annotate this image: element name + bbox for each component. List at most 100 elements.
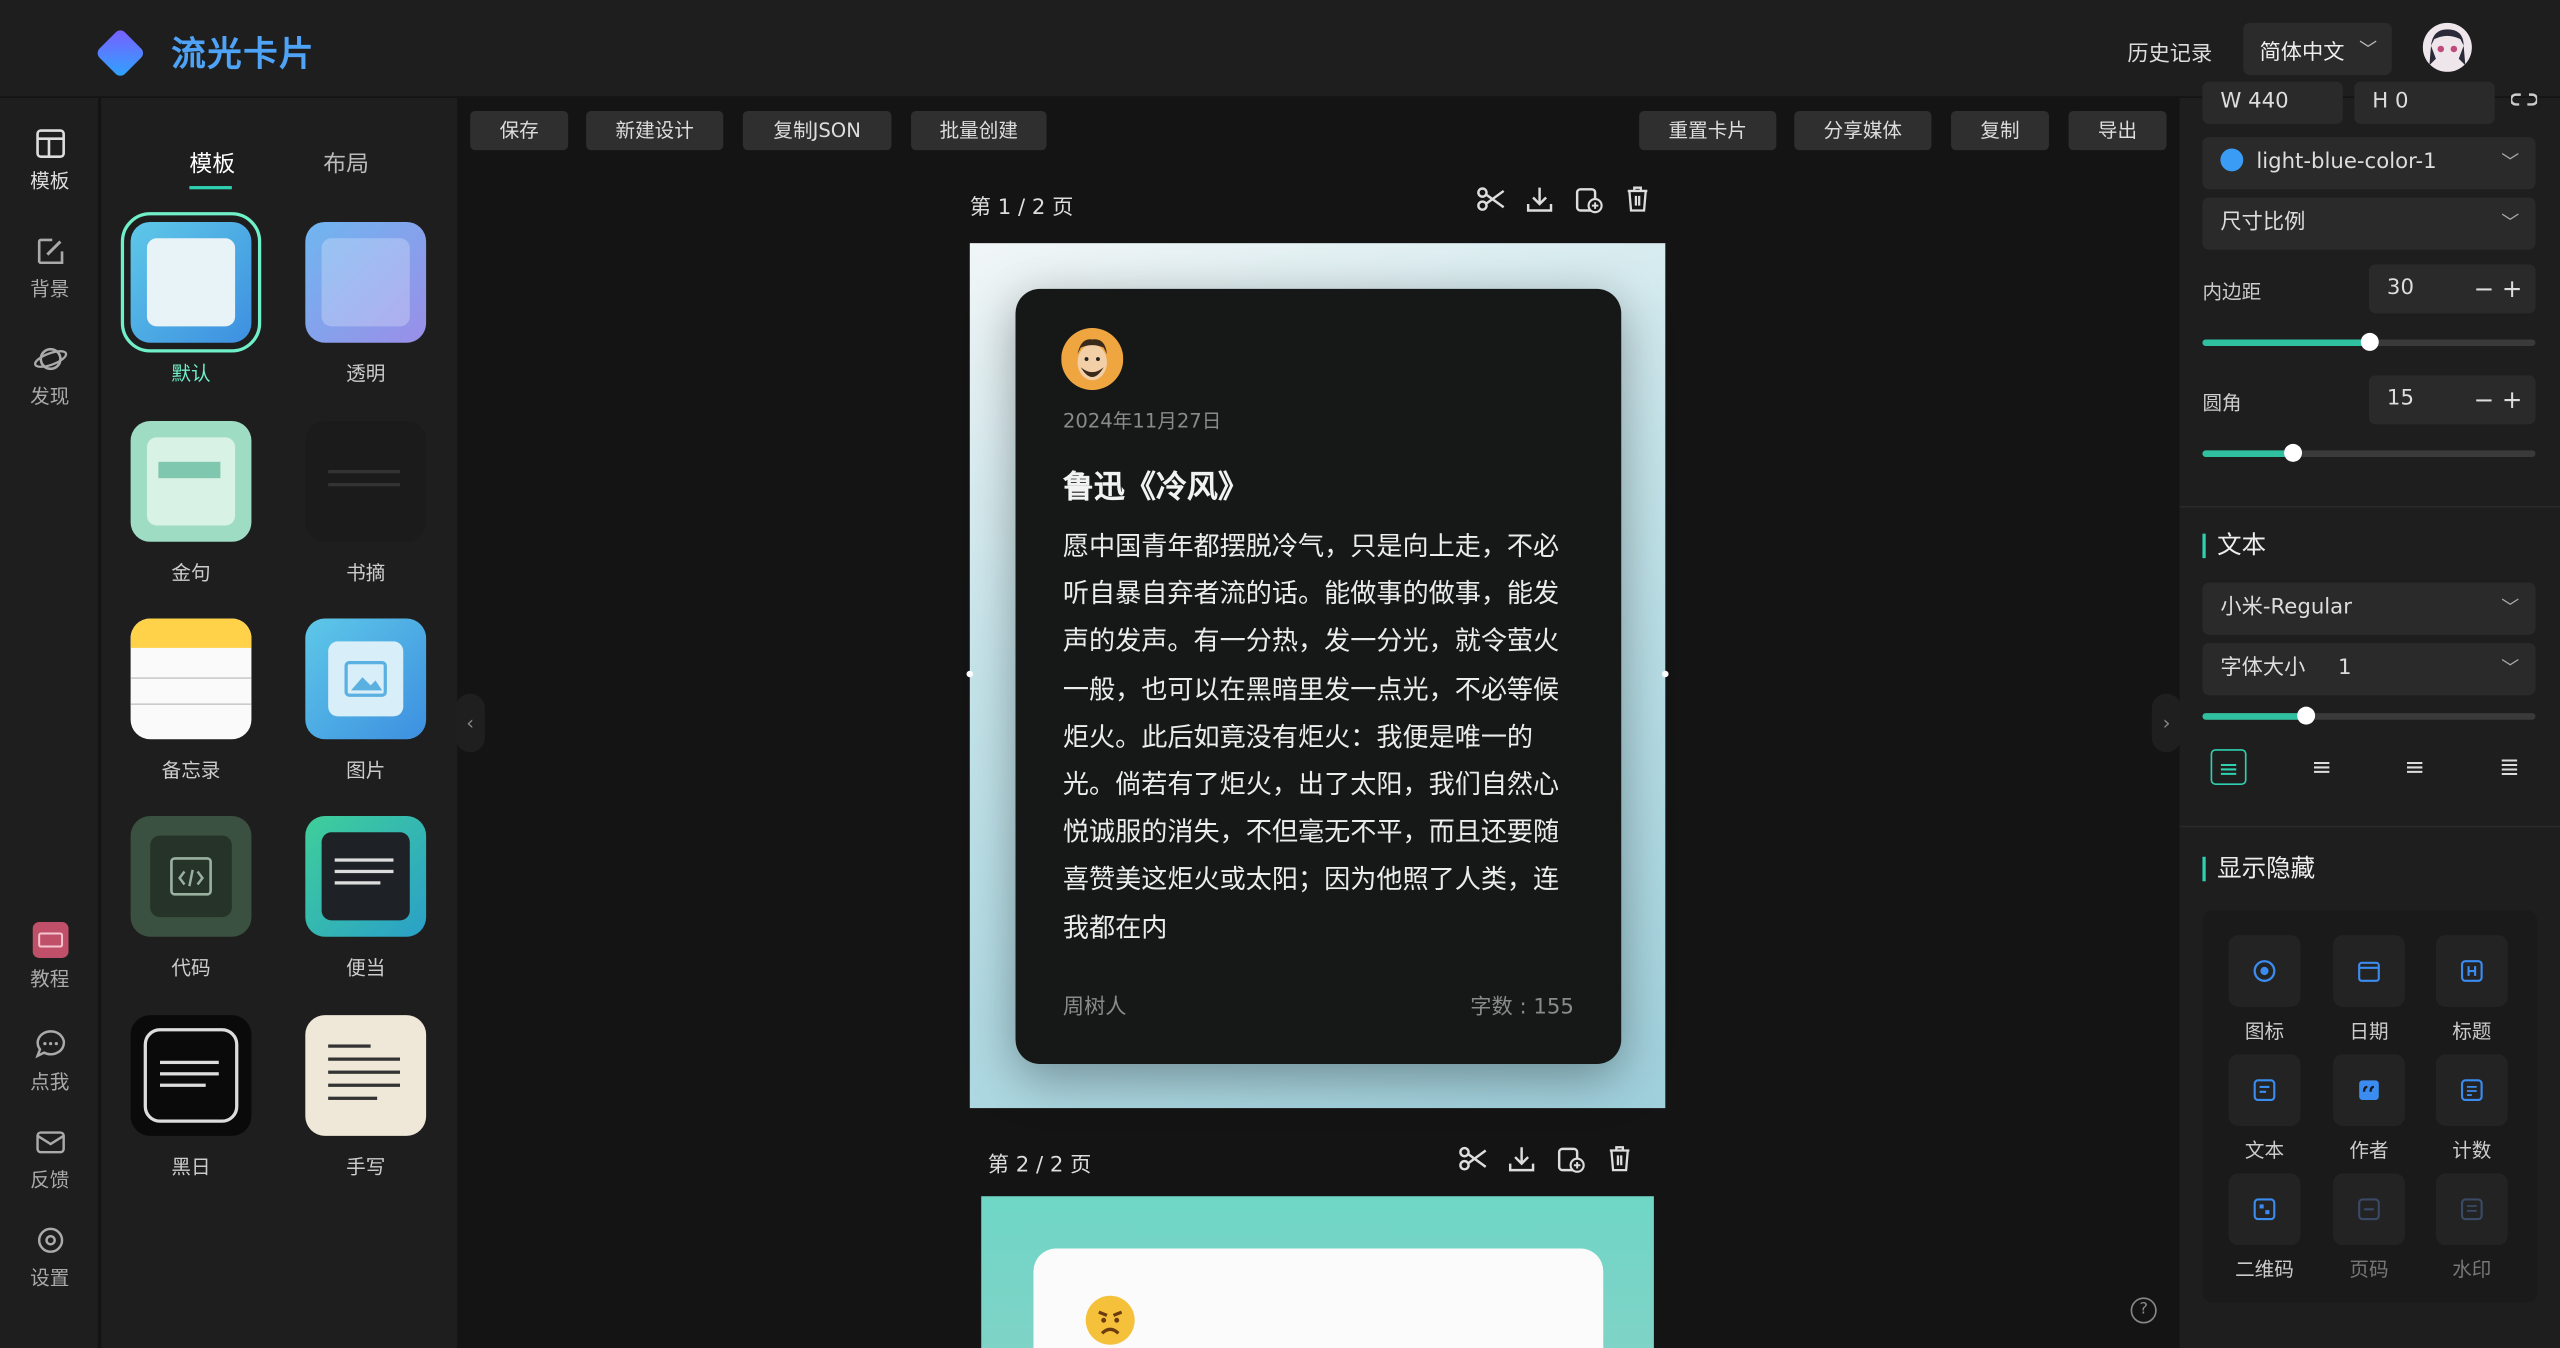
scissors-icon[interactable] [1476,184,1505,213]
toggle-icon[interactable]: 图标 [2228,935,2301,1044]
toggle-author[interactable]: 作者 [2333,1054,2405,1163]
color-select[interactable]: light-blue-color-1 ﹀ [2202,137,2536,190]
card-author[interactable]: 周树人 [1063,989,1127,1019]
font-size-slider[interactable] [2202,706,2536,725]
toggle-count[interactable]: 计数 [2435,1054,2508,1163]
template-icon [35,129,65,158]
radius-slider[interactable] [2202,443,2536,462]
template-bento[interactable]: 便当 [305,815,427,981]
template-handwriting[interactable]: 手写 [305,1015,427,1180]
template-quote[interactable]: 金句 [130,421,252,586]
history-link[interactable]: 历史记录 [2127,36,2212,66]
copy-button[interactable]: 复制 [1951,110,2049,151]
calendar-icon [2358,961,2380,982]
user-avatar[interactable] [2422,22,2472,72]
add-page-icon[interactable] [1556,1144,1585,1173]
card-avatar-icon[interactable] [1061,328,1124,391]
page-indicator: 第 1 / 2 页 [969,195,1074,221]
slider-knob[interactable] [2297,706,2316,725]
align-left-button[interactable]: ≡ [2210,749,2247,785]
download-icon[interactable] [1507,1144,1536,1173]
padding-slider[interactable] [2202,332,2536,351]
stepper-buttons[interactable]: − + [2474,375,2523,424]
new-design-button[interactable]: 新建设计 [586,110,724,151]
toggle-title[interactable]: 标题 [2435,935,2508,1044]
chevron-down-icon: ﹀ [2359,39,2378,61]
card-title[interactable]: 鲁迅《冷风》 [1063,463,1249,507]
export-button[interactable]: 导出 [2068,110,2167,151]
copy-json-button[interactable]: 复制JSON [742,110,892,151]
card-date[interactable]: 2024年11月27日 [1063,406,1222,434]
template-memo[interactable]: 备忘录 [130,618,252,784]
template-transparent[interactable]: 透明 [305,221,427,387]
help-icon[interactable]: ? [2130,1297,2157,1324]
trash-icon[interactable] [1623,184,1652,213]
nav-tutorial[interactable]: 教程 [0,922,100,992]
nav-feedback[interactable]: 反馈 [0,1126,100,1193]
batch-create-button[interactable]: 批量创建 [911,110,1047,151]
resize-handle-right[interactable] [1662,670,1669,678]
toggle-qrcode[interactable]: 二维码 [2228,1173,2301,1282]
card-body-text[interactable]: 愿中国青年都摆脱冷气，只是向上走，不必听自暴自弃者流的话。能做事的做事，能发声的… [1063,522,1582,951]
align-right-button[interactable]: ≡ [2397,749,2433,785]
template-excerpt[interactable]: 书摘 [305,421,427,586]
nav-chat[interactable]: 点我 [0,1028,100,1095]
nav-settings[interactable]: 设置 [0,1224,100,1291]
height-input[interactable]: H 0 [2354,81,2495,125]
tab-layout[interactable]: 布局 [323,147,369,180]
text-section-title: 文本 [2202,533,2266,559]
toggle-text[interactable]: 文本 [2228,1054,2301,1163]
font-size-select[interactable]: 字体大小 1 ﹀ [2202,642,2536,696]
card[interactable] [1033,1248,1604,1348]
toggle-page-number[interactable]: 页码 [2333,1173,2405,1282]
app-logo-icon[interactable] [91,23,150,76]
radius-value[interactable]: 15 [2387,387,2414,411]
radius-stepper[interactable]: 15 − + [2368,375,2536,425]
toggle-date[interactable]: 日期 [2333,935,2405,1044]
template-black-sun[interactable]: 黑日 [130,1015,252,1180]
font-select[interactable]: 小米-Regular ﹀ [2202,582,2536,635]
template-default[interactable]: 默认 [120,212,262,387]
reset-card-button[interactable]: 重置卡片 [1639,110,1777,151]
template-thumbnail [305,421,427,542]
nav-template[interactable]: 模板 [0,127,100,194]
nav-discover[interactable]: 发现 [0,343,100,410]
padding-value[interactable]: 30 [2387,276,2414,300]
chevron-down-icon: ﹀ [2501,212,2520,234]
download-icon[interactable] [1525,184,1554,213]
color-swatch [2220,148,2244,172]
chat-icon [34,1030,65,1059]
discover-icon [33,347,67,371]
align-center-button[interactable]: ≡ [2304,749,2340,785]
angry-emoji-icon[interactable] [1084,1294,1136,1346]
save-button[interactable]: 保存 [470,110,569,151]
template-label: 备忘录 [161,758,221,782]
collapse-right-button[interactable]: › [2151,693,2182,753]
add-page-icon[interactable] [1574,184,1603,214]
collapse-left-button[interactable]: ‹ [455,693,485,753]
app-name[interactable]: 流光卡片 [171,28,315,77]
slider-knob[interactable] [2284,443,2303,462]
language-select[interactable]: 简体中文 ﹀ [2243,22,2392,76]
share-media-button[interactable]: 分享媒体 [1794,110,1932,151]
template-thumbnail [120,212,262,353]
scissors-icon[interactable] [1458,1144,1487,1173]
code-icon [170,857,212,896]
resize-handle-left[interactable] [966,670,974,678]
link-icon[interactable] [2511,91,2538,114]
template-thumbnail [130,1015,252,1136]
card[interactable]: 2024年11月27日 鲁迅《冷风》 愿中国青年都摆脱冷气，只是向上走，不必听自… [1015,288,1622,1065]
nav-background[interactable]: 背景 [0,235,100,302]
nav-label: 点我 [30,1070,70,1094]
padding-stepper[interactable]: 30 − + [2368,264,2536,314]
tab-template[interactable]: 模板 [189,147,235,180]
template-code[interactable]: 代码 [130,815,252,981]
toggle-watermark[interactable]: 水印 [2435,1173,2508,1282]
aspect-ratio-select[interactable]: 尺寸比例 ﹀ [2202,197,2536,250]
slider-knob[interactable] [2360,332,2379,351]
trash-icon[interactable] [1605,1144,1634,1173]
width-input[interactable]: W 440 [2202,81,2343,125]
stepper-buttons[interactable]: − + [2474,264,2523,313]
align-justify-button[interactable]: ≣ [2491,749,2527,785]
template-image[interactable]: 图片 [305,618,427,784]
